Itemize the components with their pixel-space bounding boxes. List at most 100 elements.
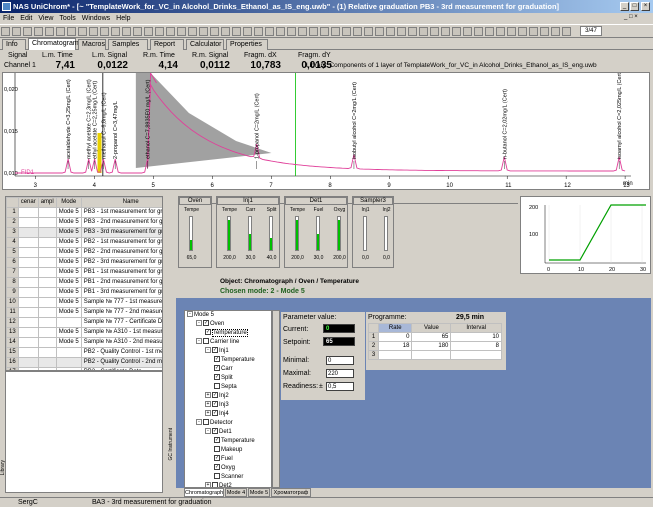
tree-checkbox[interactable]: ✓ (214, 455, 220, 462)
toolbar-button-icon[interactable] (111, 27, 120, 36)
toolbar-button-icon[interactable] (529, 27, 538, 36)
readiness-input[interactable]: 0,5 (326, 382, 354, 391)
toolbar-button-icon[interactable] (287, 27, 296, 36)
toolbar-button-icon[interactable] (419, 27, 428, 36)
toolbar-button-icon[interactable] (408, 27, 417, 36)
toolbar-button-icon[interactable] (100, 27, 109, 36)
sample-row[interactable]: 8 Mode 5PB1 - 2nd measurement for gradua (6, 277, 162, 288)
tree-checkbox[interactable]: ✓ (212, 428, 218, 435)
tree-checkbox[interactable]: ✓ (214, 437, 220, 444)
toolbar-button-icon[interactable] (144, 27, 153, 36)
tree-expander-icon[interactable]: - (196, 320, 202, 327)
programme-row[interactable]: 3 (368, 350, 502, 360)
toolbar-button-icon[interactable] (276, 27, 285, 36)
toolbar-button-icon[interactable] (518, 27, 527, 36)
tree-checkbox[interactable] (203, 419, 209, 426)
close-button[interactable]: × (641, 2, 650, 11)
minimal-input[interactable]: 0 (326, 356, 354, 365)
tree-node[interactable]: + ✓ Inj4 (187, 410, 271, 419)
toolbar-button-icon[interactable] (540, 27, 549, 36)
tree-node[interactable]: Septa (187, 383, 271, 392)
tree-node[interactable]: ✓ Split (187, 374, 271, 383)
tree-checkbox[interactable]: ✓ (212, 410, 218, 417)
sample-row[interactable]: 15 PB2 - Quality Control - 1st meas (6, 347, 162, 358)
toolbar-button-icon[interactable] (78, 27, 87, 36)
toolbar-button-icon[interactable] (507, 27, 516, 36)
tree-node[interactable]: Makeup (187, 446, 271, 455)
toolbar-button-icon[interactable] (122, 27, 131, 36)
toolbar-button-icon[interactable] (331, 27, 340, 36)
maximize-button[interactable]: □ (630, 2, 639, 11)
tree-checkbox[interactable]: ✓ (214, 374, 220, 381)
menu-help[interactable]: Help (113, 15, 133, 22)
toolbar-button-icon[interactable] (177, 27, 186, 36)
tree-node[interactable]: - ✓ Det1 (187, 428, 271, 437)
menu-view[interactable]: View (35, 15, 56, 22)
tree-node[interactable]: - ✓ Inj1 (187, 347, 271, 356)
tree-checkbox[interactable] (214, 446, 220, 453)
minimize-button[interactable]: _ (620, 2, 629, 11)
toolbar-button-icon[interactable] (133, 27, 142, 36)
toolbar-button-icon[interactable] (188, 27, 197, 36)
toolbar-button-icon[interactable] (386, 27, 395, 36)
tree-node[interactable]: Scanner (187, 473, 271, 482)
sample-row[interactable]: 6 Mode 5PB2 - 3rd measurement for gradua (6, 257, 162, 268)
toolbar-button-icon[interactable] (441, 27, 450, 36)
toolbar-button-icon[interactable] (485, 27, 494, 36)
settings-tab[interactable]: Mode 5 (248, 488, 270, 497)
settings-tab[interactable]: Chromatograph (184, 488, 224, 497)
tree-checkbox[interactable] (203, 338, 209, 345)
sample-row[interactable]: 1 Mode 5PB3 - 1st measurement for gradua (6, 207, 162, 218)
toolbar-button-icon[interactable] (298, 27, 307, 36)
toolbar-button-icon[interactable] (463, 27, 472, 36)
tree-node[interactable]: - ✓ Oven (187, 320, 271, 329)
samples-header[interactable]: Mode (55, 197, 82, 208)
tree-checkbox[interactable]: ✓ (214, 464, 220, 471)
toolbar-button-icon[interactable] (166, 27, 175, 36)
tree-checkbox[interactable] (214, 473, 220, 480)
tree-expander-icon[interactable]: + (205, 410, 211, 417)
tree-checkbox[interactable]: ✓ (212, 392, 218, 399)
tree-node[interactable]: + ✓ Inj3 (187, 401, 271, 410)
samples-header[interactable]: ampl (37, 197, 57, 208)
programme-cell[interactable] (411, 350, 452, 360)
tab-report[interactable]: Report (150, 39, 184, 50)
tab-info[interactable]: Info (2, 39, 26, 50)
programme-row[interactable]: 1 0 65 10 (368, 332, 502, 342)
tab-macros[interactable]: Macros (78, 39, 106, 50)
programme-row[interactable]: 2 18 180 8 (368, 341, 502, 351)
toolbar-button-icon[interactable] (67, 27, 76, 36)
sample-row[interactable]: 5 Mode 5PB2 - 2nd measurement for gradua (6, 247, 162, 258)
programme-cell[interactable]: 18 (377, 341, 413, 351)
tree-checkbox[interactable]: ✓ (214, 356, 220, 363)
sample-row[interactable]: 13 Mode 5Sample № A310 - 1st measureme (6, 327, 162, 338)
toolbar-button-icon[interactable] (309, 27, 318, 36)
toolbar-button-icon[interactable] (562, 27, 571, 36)
toolbar-button-icon[interactable] (474, 27, 483, 36)
sample-row[interactable]: 14 Mode 5Sample № A310 - 2nd measureme (6, 337, 162, 348)
toolbar-button-icon[interactable] (397, 27, 406, 36)
programme-cell[interactable] (377, 350, 413, 360)
toolbar-button-icon[interactable] (265, 27, 274, 36)
menu-edit[interactable]: Edit (17, 15, 35, 22)
tree-node[interactable]: - Carrier line (187, 338, 271, 347)
samples-header[interactable] (6, 197, 19, 208)
tree-expander-icon[interactable]: - (187, 311, 193, 318)
menu-tools[interactable]: Tools (56, 15, 78, 22)
toolbar-button-icon[interactable] (221, 27, 230, 36)
programme-cell[interactable]: 8 (450, 341, 502, 351)
sample-row[interactable]: 2 Mode 5PB3 - 2nd measurement for gradua (6, 217, 162, 228)
tree-expander-icon[interactable]: - (196, 419, 202, 426)
setpoint-input[interactable]: 65 (323, 337, 355, 346)
toolbar-button-icon[interactable] (342, 27, 351, 36)
menu-windows[interactable]: Windows (79, 15, 113, 22)
tree-expander-icon[interactable]: - (205, 347, 211, 354)
toolbar-button-icon[interactable] (89, 27, 98, 36)
sample-row[interactable]: 16 PB2 - Quality Control - 2nd me... (6, 357, 162, 368)
sample-row[interactable]: 10 Mode 5 Sample № 777 - 1st measureme (6, 297, 162, 308)
tree-node[interactable]: - Mode 5 (187, 311, 271, 320)
toolbar-button-icon[interactable] (496, 27, 505, 36)
toolbar-button-icon[interactable] (320, 27, 329, 36)
toolbar-button-icon[interactable] (452, 27, 461, 36)
tree-expander-icon[interactable]: - (196, 338, 202, 345)
